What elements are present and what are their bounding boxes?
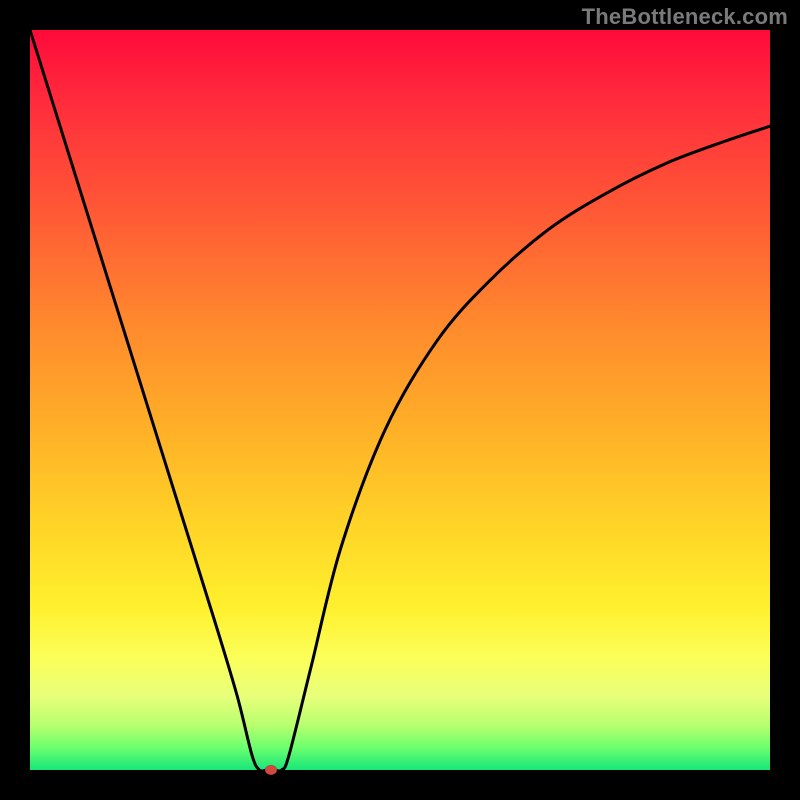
chart-frame: TheBottleneck.com bbox=[0, 0, 800, 800]
bottleneck-curve bbox=[30, 30, 770, 770]
curve-svg bbox=[30, 30, 770, 770]
watermark-text: TheBottleneck.com bbox=[582, 4, 788, 30]
minimum-marker bbox=[265, 765, 277, 775]
plot-area bbox=[30, 30, 770, 770]
